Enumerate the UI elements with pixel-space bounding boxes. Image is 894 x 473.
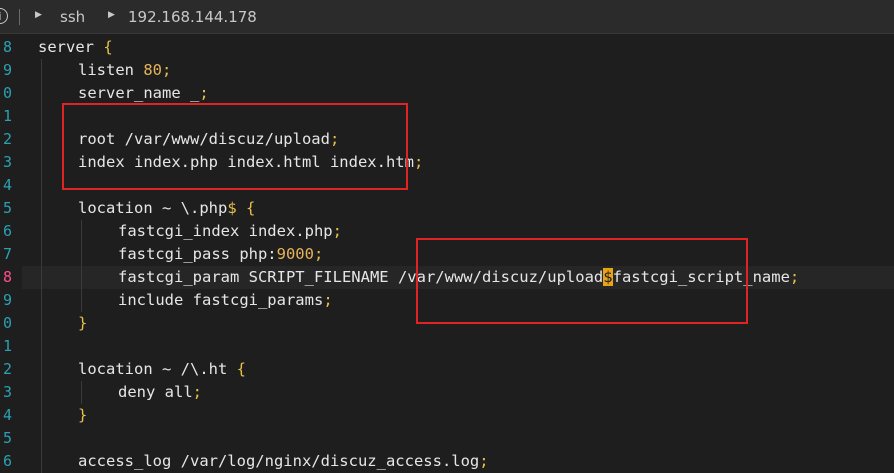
code-line: location ~ /\.ht { [78, 358, 246, 381]
code-token: ; [162, 61, 172, 79]
code-token: 9000 [276, 245, 314, 263]
code-token: ; [323, 291, 333, 309]
line-number: 6 [2, 222, 12, 240]
line-number-gutter: 8 9 0 1 2 3 4 5 6 7 8 9 0 1 2 3 4 5 6 [0, 35, 22, 470]
line-number: 9 [2, 291, 12, 309]
code-line: location ~ \.php$ { [78, 197, 255, 220]
code-line: listen 80; [78, 59, 171, 82]
line-number: 4 [2, 176, 12, 194]
code-line: server_name _; [78, 82, 209, 105]
line-number: 0 [2, 314, 12, 332]
code-line: } [78, 312, 87, 335]
terminal-tab-bar: i ▶ ssh ▶ 192.168.144.178 [0, 0, 894, 34]
code-token: location ~ /\.ht [78, 360, 237, 378]
code-token: server [38, 38, 104, 56]
code-token: ; [313, 245, 324, 263]
code-line: } [78, 404, 87, 427]
code-line: fastcgi_pass php:9000; [118, 243, 323, 266]
line-number: 4 [2, 406, 12, 424]
breadcrumb-ssh[interactable]: ssh [60, 8, 85, 26]
code-token: 80 [143, 61, 162, 79]
line-number: 0 [2, 84, 12, 102]
code-editor[interactable]: 8901234567890123456 server {listen 80; se… [0, 35, 894, 473]
code-token: } [78, 314, 88, 332]
code-token: } [78, 406, 88, 424]
play-arrow-icon: ▶ [35, 10, 42, 20]
line-number: 6 [2, 452, 12, 470]
indent-guide [81, 220, 82, 312]
line-number: 3 [2, 383, 12, 401]
code-token: listen [78, 61, 144, 79]
code-token: ; [192, 383, 202, 401]
highlight-box-root-index [62, 103, 408, 190]
code-token: { [236, 360, 246, 378]
info-icon[interactable]: i [0, 8, 8, 24]
tab-divider [19, 9, 20, 25]
code-token: location ~ \.php [78, 199, 228, 217]
breadcrumb-host[interactable]: 192.168.144.178 [128, 8, 257, 26]
code-token: fastcgi_index index.php [118, 222, 333, 240]
code-token: ; [789, 268, 800, 286]
code-token: { [246, 199, 256, 217]
line-number: 8 [2, 38, 12, 56]
code-token: deny all [118, 383, 193, 401]
code-token: ; [413, 153, 424, 171]
line-number: 1 [2, 107, 12, 125]
line-number: 3 [2, 153, 12, 171]
line-number: 7 [2, 245, 12, 263]
code-token: access_log /var/log/nginx/discuz_access.… [78, 452, 480, 470]
code-line: include fastcgi_params; [118, 289, 333, 312]
code-line: deny all; [118, 381, 202, 404]
code-line: fastcgi_index index.php; [118, 220, 342, 243]
code-token: ; [199, 84, 209, 102]
code-token: ; [332, 222, 342, 240]
play-arrow-icon: ▶ [108, 10, 115, 20]
line-number: 5 [2, 429, 12, 447]
code-token: { [103, 38, 113, 56]
code-token: fastcgi_pass php: [118, 245, 277, 263]
code-line: access_log /var/log/nginx/discuz_access.… [78, 450, 489, 473]
code-line: server { [38, 36, 113, 59]
line-number: 5 [2, 199, 12, 217]
indent-guide [81, 381, 82, 404]
line-number: 9 [2, 61, 12, 79]
code-token: $ [227, 199, 237, 217]
line-number: 2 [2, 360, 12, 378]
code-token: server_name _ [78, 84, 200, 102]
indent-guide [41, 59, 42, 473]
line-number: 1 [2, 337, 12, 355]
code-token: include fastcgi_params [118, 291, 324, 309]
highlight-box-script-filename [416, 238, 748, 324]
code-token: ; [479, 452, 489, 470]
line-number: 2 [2, 130, 12, 148]
line-number: 8 [2, 268, 12, 286]
